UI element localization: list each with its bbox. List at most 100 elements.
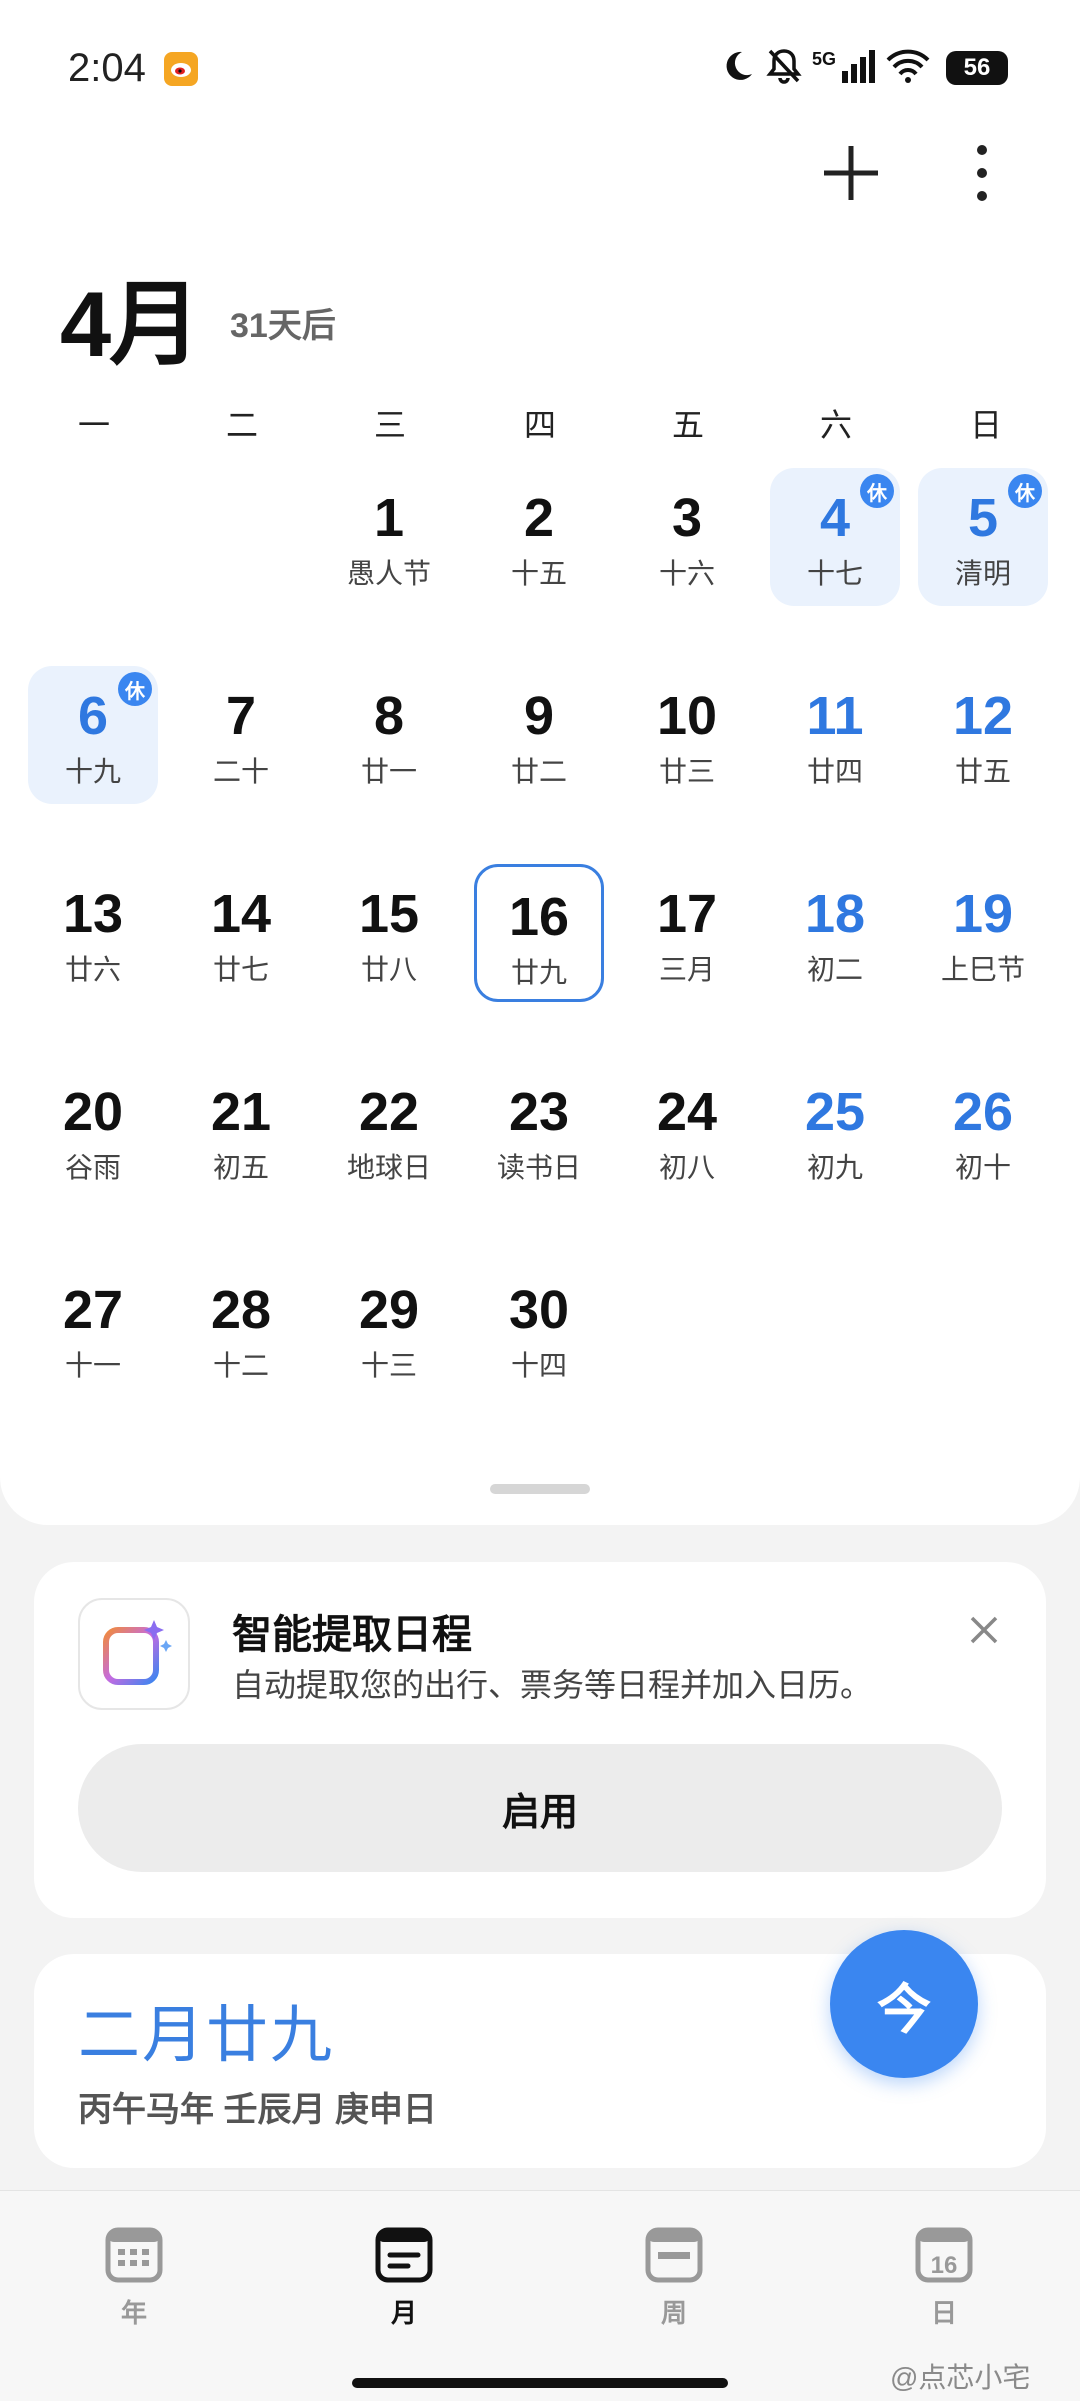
day-cell[interactable]: 3 十六 xyxy=(622,468,752,606)
smart-schedule-icon xyxy=(78,1598,190,1710)
day-number: 18 xyxy=(804,884,866,944)
sheet-drag-handle[interactable] xyxy=(490,1484,590,1494)
watermark-text: @点芯小宅 xyxy=(890,2362,1031,2393)
jump-to-today-button[interactable]: 今 xyxy=(830,1930,978,2078)
day-lunar-label: 廿六 xyxy=(64,954,121,985)
day-lunar-label: 廿九 xyxy=(510,957,567,988)
day-lunar-label: 初九 xyxy=(806,1152,863,1183)
day-lunar-label: 廿八 xyxy=(360,954,417,985)
day-cell[interactable]: 30 十四 xyxy=(474,1260,604,1398)
day-number: 30 xyxy=(508,1280,570,1340)
day-cell-today[interactable]: 16 廿九 xyxy=(474,864,604,1002)
day-lunar-label: 十五 xyxy=(510,558,567,589)
nav-label: 周 xyxy=(660,2298,687,2328)
weekday-label: 二 xyxy=(225,407,258,443)
day-cell[interactable]: 13 廿六 xyxy=(28,864,158,1002)
more-options-button[interactable] xyxy=(964,140,1000,206)
day-lunar-label: 廿二 xyxy=(510,756,567,787)
day-lunar-label: 十七 xyxy=(806,558,863,589)
rest-day-badge: 休 xyxy=(118,672,152,706)
day-cell[interactable]: 24 初八 xyxy=(622,1062,752,1200)
day-cell[interactable]: 8 廿一 xyxy=(324,666,454,804)
day-number: 28 xyxy=(210,1280,272,1340)
weekday-label: 六 xyxy=(819,407,852,443)
day-cell[interactable]: 5 清明休 xyxy=(918,468,1048,606)
home-indicator[interactable] xyxy=(352,2378,728,2388)
day-number: 1 xyxy=(373,488,405,548)
day-number: 8 xyxy=(373,686,405,746)
day-cell[interactable]: 21 初五 xyxy=(176,1062,306,1200)
day-number: 9 xyxy=(523,686,555,746)
weekday-header: 一 二 三 四 五 六 日 xyxy=(0,400,1080,444)
day-cell[interactable]: 12 廿五 xyxy=(918,666,1048,804)
day-cell[interactable]: 18 初二 xyxy=(770,864,900,1002)
day-number: 22 xyxy=(358,1082,420,1142)
weibo-app-icon xyxy=(164,52,198,86)
day-number: 14 xyxy=(210,884,272,944)
day-number: 20 xyxy=(62,1082,124,1142)
day-cell[interactable]: 28 十二 xyxy=(176,1260,306,1398)
enable-button[interactable]: 启用 xyxy=(78,1744,1002,1872)
day-number: 26 xyxy=(952,1082,1014,1142)
nav-label: 月 xyxy=(390,2298,417,2328)
moon-icon xyxy=(720,48,756,89)
day-number: 2 xyxy=(523,488,555,548)
status-icons: 5G 56 xyxy=(720,46,1008,90)
day-cell[interactable]: 20 谷雨 xyxy=(28,1062,158,1200)
day-number: 10 xyxy=(656,686,718,746)
smart-schedule-title: 智能提取日程 xyxy=(232,1613,472,1657)
day-lunar-label: 三月 xyxy=(658,954,715,985)
nav-year-tab[interactable]: 年 xyxy=(64,2227,204,2330)
day-lunar-label: 廿三 xyxy=(658,756,715,787)
day-cell[interactable]: 11 廿四 xyxy=(770,666,900,804)
day-cell[interactable]: 14 廿七 xyxy=(176,864,306,1002)
day-cell[interactable]: 15 廿八 xyxy=(324,864,454,1002)
day-lunar-label: 十二 xyxy=(212,1350,269,1381)
lunar-date: 二月廿九 xyxy=(78,1998,335,2071)
day-cell[interactable]: 10 廿三 xyxy=(622,666,752,804)
year-grid-icon xyxy=(105,2227,163,2283)
day-cell[interactable]: 2 十五 xyxy=(474,468,604,606)
day-cell[interactable]: 29 十三 xyxy=(324,1260,454,1398)
day-number: 19 xyxy=(952,884,1014,944)
day-icon-number: 16 xyxy=(931,2252,958,2279)
day-lunar-label: 上巳节 xyxy=(940,954,1025,985)
day-cell[interactable]: 17 三月 xyxy=(622,864,752,1002)
month-title[interactable]: 4月 xyxy=(60,250,201,383)
nav-day-tab[interactable]: 16 日 xyxy=(874,2227,1014,2330)
weekday-label: 四 xyxy=(523,407,556,443)
add-event-button[interactable] xyxy=(818,140,884,206)
day-number: 7 xyxy=(225,686,257,746)
weekday-label: 日 xyxy=(969,407,1002,443)
day-lunar-label: 读书日 xyxy=(496,1152,581,1183)
day-lunar-label: 十六 xyxy=(658,558,715,589)
week-bar-icon xyxy=(645,2227,703,2283)
rest-day-badge: 休 xyxy=(860,474,894,508)
day-cell[interactable]: 27 十一 xyxy=(28,1260,158,1398)
day-cell[interactable]: 9 廿二 xyxy=(474,666,604,804)
close-card-button[interactable] xyxy=(964,1610,1004,1650)
day-cell[interactable]: 4 十七休 xyxy=(770,468,900,606)
day-cell[interactable]: 25 初九 xyxy=(770,1062,900,1200)
day-cell[interactable]: 26 初十 xyxy=(918,1062,1048,1200)
day-lunar-label: 十一 xyxy=(64,1350,121,1381)
day-cell[interactable]: 19 上巳节 xyxy=(918,864,1048,1002)
day-number: 13 xyxy=(62,884,124,944)
day-lunar-label: 地球日 xyxy=(346,1152,431,1183)
day-cell[interactable]: 7 二十 xyxy=(176,666,306,804)
battery-indicator: 56 xyxy=(946,51,1008,85)
day-number: 17 xyxy=(656,884,718,944)
nav-month-tab[interactable]: 月 xyxy=(334,2227,474,2330)
day-cell[interactable]: 22 地球日 xyxy=(324,1062,454,1200)
nav-week-tab[interactable]: 周 xyxy=(604,2227,744,2330)
day-number: 11 xyxy=(806,686,864,746)
day-cell[interactable]: 6 十九休 xyxy=(28,666,158,804)
day-lunar-label: 十四 xyxy=(510,1350,567,1381)
day-cell[interactable]: 23 读书日 xyxy=(474,1062,604,1200)
day-lunar-label: 愚人节 xyxy=(346,558,431,589)
day-cell[interactable]: 1 愚人节 xyxy=(324,468,454,606)
day-number: 3 xyxy=(671,488,703,548)
weekday-label: 五 xyxy=(671,407,704,443)
nav-label: 年 xyxy=(120,2298,147,2328)
close-icon xyxy=(970,1616,998,1644)
